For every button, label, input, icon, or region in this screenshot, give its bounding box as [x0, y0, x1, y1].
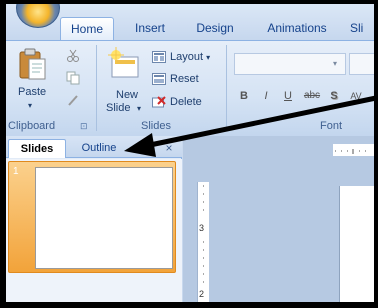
- office-button[interactable]: [16, 4, 60, 28]
- new-slide-label-line2: Slide: [106, 102, 131, 114]
- slide-canvas[interactable]: [339, 186, 374, 302]
- new-slide-label-line1: New: [116, 89, 139, 101]
- font-name-dropdown-icon[interactable]: ▾: [333, 57, 337, 70]
- layout-icon: [152, 51, 166, 63]
- tab-design[interactable]: Design: [186, 17, 244, 40]
- paste-icon: [19, 48, 46, 80]
- new-slide-dropdown[interactable]: ▾: [137, 102, 141, 115]
- vertical-ruler-number-2: 2: [199, 289, 205, 299]
- delete-icon: [152, 96, 166, 108]
- slide-thumbnails-area: 1: [6, 159, 182, 302]
- underline-button[interactable]: U: [280, 87, 296, 105]
- vertical-ruler-ticks: [203, 185, 204, 283]
- vertical-ruler: 3 2: [197, 182, 209, 302]
- bold-button[interactable]: B: [236, 87, 252, 105]
- tab-slideshow[interactable]: Sli: [350, 17, 374, 40]
- slide-thumbnail[interactable]: [35, 167, 173, 269]
- slide-editing-area: 3 2: [183, 136, 374, 302]
- shadow-button[interactable]: S: [326, 87, 342, 105]
- slides-outline-pane: Slides Outline × 1: [6, 136, 182, 302]
- new-slide-button[interactable]: [106, 47, 142, 83]
- clipboard-group-label: Clipboard: [8, 120, 56, 132]
- reset-button[interactable]: Reset: [170, 73, 199, 86]
- pane-tabs: Slides Outline ×: [6, 136, 182, 158]
- slides-group-label: Slides: [141, 120, 171, 132]
- group-separator: [226, 45, 227, 131]
- font-group-label: Font: [319, 120, 342, 132]
- new-slide-icon: [108, 47, 139, 78]
- font-size-field[interactable]: [349, 53, 374, 75]
- italic-button[interactable]: I: [258, 87, 274, 105]
- tab-slides[interactable]: Slides: [8, 139, 66, 158]
- layout-dropdown-icon: ▾: [206, 53, 211, 62]
- format-painter-icon[interactable]: [66, 93, 80, 107]
- horizontal-ruler: [333, 144, 374, 156]
- layout-label: Layout: [170, 51, 204, 63]
- close-pane-icon[interactable]: ×: [162, 139, 176, 158]
- tab-insert[interactable]: Insert: [124, 17, 176, 40]
- screenshot-frame: Home Insert Design Animations Sli Paste …: [0, 0, 378, 308]
- cut-icon[interactable]: [66, 49, 80, 63]
- paste-dropdown[interactable]: ▾: [28, 99, 32, 112]
- font-name-field[interactable]: [234, 53, 346, 75]
- paste-button[interactable]: [18, 47, 48, 83]
- powerpoint-window: Home Insert Design Animations Sli Paste …: [6, 4, 374, 302]
- reset-icon: [152, 73, 166, 85]
- slide-thumbnail-selected[interactable]: 1: [8, 161, 176, 273]
- strikethrough-button[interactable]: abc: [300, 87, 324, 105]
- slide-number: 1: [13, 166, 19, 177]
- ribbon-tab-strip: Home Insert Design Animations Sli: [6, 4, 374, 40]
- group-separator: [96, 45, 97, 131]
- delete-button[interactable]: Delete: [170, 96, 202, 109]
- paste-label: Paste: [18, 86, 47, 98]
- clipboard-launcher-icon[interactable]: ⊡: [80, 120, 88, 133]
- tab-outline[interactable]: Outline: [68, 139, 130, 158]
- tab-animations[interactable]: Animations: [260, 17, 334, 40]
- character-spacing-button[interactable]: AV: [346, 87, 366, 105]
- copy-icon[interactable]: [66, 71, 80, 85]
- tab-home[interactable]: Home: [60, 17, 114, 40]
- vertical-ruler-number: 3: [199, 223, 205, 233]
- ribbon-home: Paste ▾ Clipboard ⊡ New Slide ▾ Layout ▾…: [6, 40, 374, 136]
- ruler-ticks: [335, 149, 366, 154]
- layout-button[interactable]: Layout ▾: [170, 51, 210, 64]
